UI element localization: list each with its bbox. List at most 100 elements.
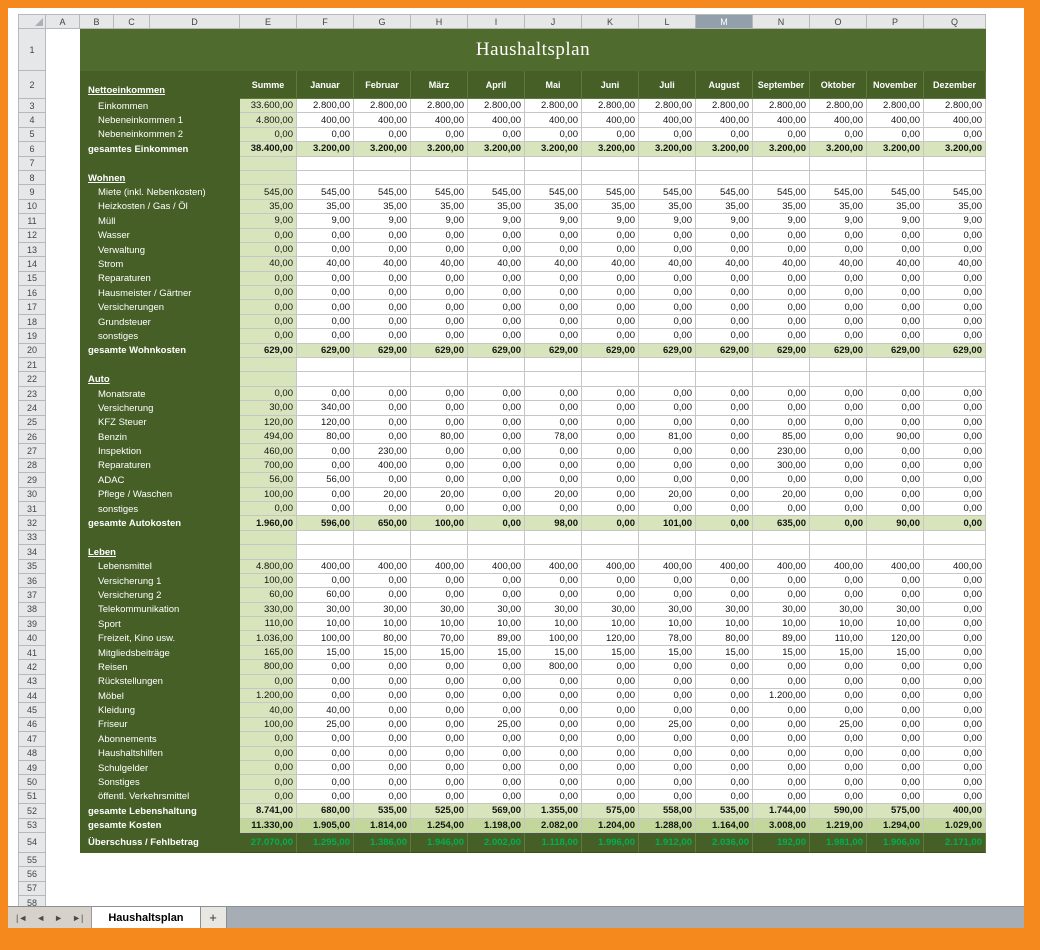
cell[interactable]: 700,00 <box>240 459 297 473</box>
cell[interactable]: 0,00 <box>810 675 867 689</box>
cell[interactable]: 330,00 <box>240 603 297 617</box>
cell[interactable]: 0,00 <box>411 790 468 804</box>
cell[interactable]: 0,00 <box>867 473 924 487</box>
row-label-cell[interactable] <box>80 157 240 171</box>
cell[interactable]: 0,00 <box>468 286 525 300</box>
cell[interactable]: 1.996,00 <box>582 833 639 853</box>
cell[interactable]: 0,00 <box>696 703 753 717</box>
cell[interactable]: 0,00 <box>924 732 986 746</box>
cell[interactable]: 590,00 <box>810 804 867 818</box>
cell[interactable]: 2.800,00 <box>639 99 696 113</box>
cell[interactable]: 0,00 <box>297 286 354 300</box>
cell[interactable]: 0,00 <box>753 761 810 775</box>
cell[interactable]: 0,00 <box>297 229 354 243</box>
cell[interactable] <box>753 157 810 171</box>
cell[interactable]: 0,00 <box>924 660 986 674</box>
cell[interactable]: 40,00 <box>639 257 696 271</box>
cell[interactable] <box>240 372 297 386</box>
cell[interactable] <box>525 358 582 372</box>
cell[interactable] <box>354 545 411 559</box>
first-sheet-icon[interactable]: |◄ <box>16 913 27 923</box>
cell[interactable] <box>924 372 986 386</box>
row-number-29[interactable]: 29 <box>18 473 46 487</box>
row-number-6[interactable]: 6 <box>18 142 46 156</box>
cell[interactable]: 30,00 <box>867 603 924 617</box>
cell[interactable]: 9,00 <box>810 214 867 228</box>
cell[interactable]: 0,00 <box>696 488 753 502</box>
column-header-M[interactable]: M <box>696 14 753 29</box>
cell[interactable]: 40,00 <box>297 703 354 717</box>
cell[interactable]: 545,00 <box>924 185 986 199</box>
cell[interactable]: 0,00 <box>582 732 639 746</box>
cell[interactable] <box>810 171 867 185</box>
cell[interactable]: 545,00 <box>525 185 582 199</box>
cell[interactable]: 0,00 <box>582 761 639 775</box>
cell[interactable]: 0,00 <box>297 747 354 761</box>
cell[interactable]: 0,00 <box>411 747 468 761</box>
cell[interactable]: 0,00 <box>582 444 639 458</box>
cell[interactable]: 40,00 <box>810 257 867 271</box>
cell[interactable]: 0,00 <box>468 574 525 588</box>
cell[interactable]: 0,00 <box>297 387 354 401</box>
cell[interactable] <box>354 531 411 545</box>
cell[interactable]: 101,00 <box>639 516 696 530</box>
cell[interactable]: 0,00 <box>411 401 468 415</box>
cell[interactable]: 90,00 <box>867 430 924 444</box>
cell[interactable]: 545,00 <box>810 185 867 199</box>
cell[interactable]: 40,00 <box>753 257 810 271</box>
cell[interactable] <box>639 372 696 386</box>
cell[interactable]: 0,00 <box>696 502 753 516</box>
next-sheet-icon[interactable]: ► <box>54 913 63 923</box>
cell[interactable]: 0,00 <box>582 516 639 530</box>
cell[interactable]: 400,00 <box>525 560 582 574</box>
cell[interactable]: 10,00 <box>753 617 810 631</box>
cell[interactable]: 40,00 <box>867 257 924 271</box>
cell[interactable]: 545,00 <box>411 185 468 199</box>
cell[interactable]: 30,00 <box>582 603 639 617</box>
cell[interactable]: 40,00 <box>696 257 753 271</box>
row-label-cell[interactable]: sonstiges <box>80 502 240 516</box>
cell[interactable] <box>753 531 810 545</box>
cell[interactable]: 20,00 <box>639 488 696 502</box>
cell[interactable]: 3.200,00 <box>753 142 810 156</box>
cell[interactable]: 0,00 <box>810 473 867 487</box>
row-label-cell[interactable]: gesamtes Einkommen <box>80 142 240 156</box>
cell[interactable]: 0,00 <box>810 761 867 775</box>
cell[interactable] <box>639 545 696 559</box>
cell[interactable] <box>297 372 354 386</box>
cell[interactable]: 2.800,00 <box>582 99 639 113</box>
cell[interactable]: 0,00 <box>696 790 753 804</box>
cell[interactable]: 2.800,00 <box>924 99 986 113</box>
row-label-cell[interactable]: Einkommen <box>80 99 240 113</box>
cell[interactable]: 9,00 <box>867 214 924 228</box>
cell[interactable]: 100,00 <box>411 516 468 530</box>
cell[interactable] <box>696 531 753 545</box>
cell[interactable]: 1.386,00 <box>354 833 411 853</box>
cell[interactable]: 0,00 <box>411 675 468 689</box>
cell[interactable]: 400,00 <box>525 113 582 127</box>
cell[interactable]: 30,00 <box>354 603 411 617</box>
cell[interactable]: 0,00 <box>639 790 696 804</box>
row-number-1[interactable]: 1 <box>18 29 46 71</box>
cell[interactable]: 0,00 <box>867 459 924 473</box>
cell[interactable]: 0,00 <box>810 459 867 473</box>
cell[interactable]: 629,00 <box>354 344 411 358</box>
month-header-November[interactable]: November <box>867 71 924 99</box>
cell[interactable]: 1.036,00 <box>240 631 297 645</box>
cell[interactable] <box>696 545 753 559</box>
cell[interactable]: 0,00 <box>468 473 525 487</box>
cell[interactable]: 0,00 <box>753 401 810 415</box>
cell[interactable]: 35,00 <box>468 200 525 214</box>
cell[interactable]: 0,00 <box>696 747 753 761</box>
cell[interactable]: 4.800,00 <box>240 113 297 127</box>
cell[interactable]: 2.800,00 <box>525 99 582 113</box>
cell[interactable]: 0,00 <box>468 675 525 689</box>
cell[interactable]: 0,00 <box>411 588 468 602</box>
cell[interactable]: 400,00 <box>297 560 354 574</box>
cell[interactable]: 0,00 <box>525 329 582 343</box>
cell[interactable]: 0,00 <box>354 718 411 732</box>
cell[interactable] <box>582 171 639 185</box>
cell[interactable]: 2.800,00 <box>810 99 867 113</box>
row-number-19[interactable]: 19 <box>18 329 46 343</box>
cell[interactable] <box>468 171 525 185</box>
